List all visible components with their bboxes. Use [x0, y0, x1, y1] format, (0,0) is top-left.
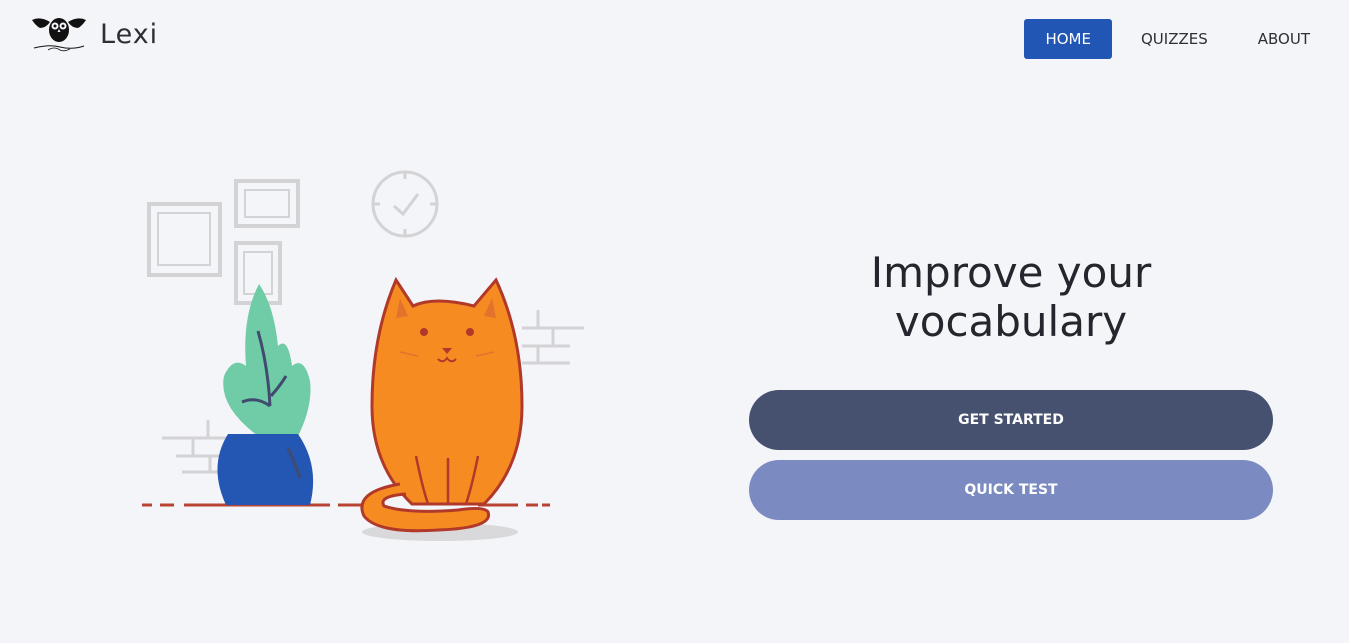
hero-title: Improve your vocabulary [870, 248, 1152, 346]
hero-section: Improve your vocabulary GET STARTED QUIC… [749, 248, 1273, 520]
wall-frames [147, 179, 300, 305]
clock-icon [371, 170, 439, 238]
brand[interactable]: Lexi [30, 14, 158, 54]
nav-about[interactable]: ABOUT [1237, 19, 1331, 59]
potted-plant [217, 284, 314, 505]
quick-test-button[interactable]: QUICK TEST [749, 460, 1273, 520]
cat-with-plant-illustration [142, 170, 584, 541]
owl-logo-icon [32, 18, 86, 52]
brick-wall-right [522, 310, 584, 365]
nav-quizzes[interactable]: QUIZZES [1120, 19, 1229, 59]
page: Lexi HOME QUIZZES ABOUT Improve your voc… [0, 0, 1349, 643]
brand-name: Lexi [100, 18, 159, 50]
main-nav: HOME QUIZZES ABOUT [1016, 19, 1331, 59]
cat [360, 276, 524, 541]
nav-home[interactable]: HOME [1024, 19, 1112, 59]
get-started-button[interactable]: GET STARTED [749, 390, 1273, 450]
